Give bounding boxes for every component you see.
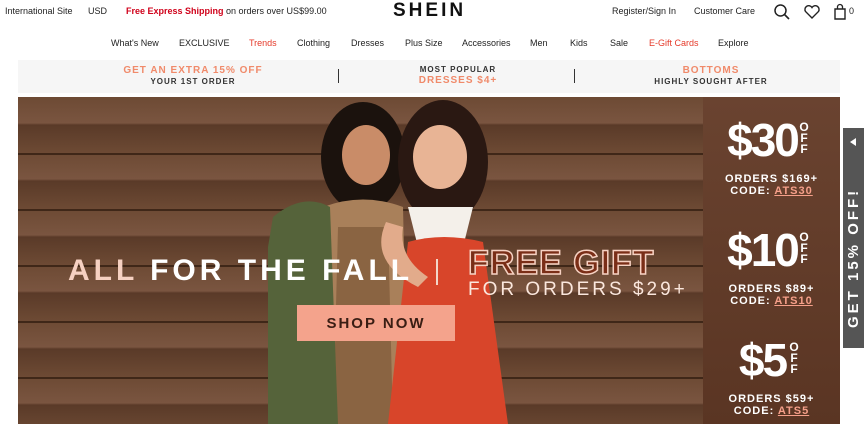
hero-headline: ALL FOR THE FALL — [68, 254, 413, 288]
promo-bottoms-title: BOTTOMS — [682, 65, 740, 76]
shop-now-button[interactable]: SHOP NOW — [297, 305, 455, 341]
chevron-left-icon — [850, 138, 856, 146]
nav-exclusive[interactable]: EXCLUSIVE — [179, 38, 230, 48]
offer-code-value: ATS5 — [777, 405, 810, 417]
offer-orders: ORDERS $89+ — [728, 283, 815, 295]
international-site-link[interactable]: International Site — [5, 6, 73, 16]
offers-panel: $30 OFF ORDERS $169+ CODE: ATS30 $10 OFF… — [703, 97, 840, 424]
offer-code: CODE: ATS10 — [703, 295, 840, 307]
nav-men[interactable]: Men — [530, 38, 548, 48]
promo-first-order[interactable]: GET AN EXTRA 15% OFF YOUR 1ST ORDER — [118, 65, 268, 86]
offer-off: OFF — [799, 120, 809, 156]
hero-for-orders: FOR ORDERS $29+ — [468, 279, 688, 300]
register-signin-link[interactable]: Register/Sign In — [612, 6, 676, 16]
free-shipping-bold: Free Express Shipping — [126, 6, 224, 16]
offer-amount: $5 — [738, 334, 788, 386]
promo-dresses[interactable]: MOST POPULAR DRESSES $4+ — [393, 65, 523, 86]
free-shipping-text: on orders over US$99.00 — [223, 6, 327, 16]
customer-care-link[interactable]: Customer Care — [694, 6, 755, 16]
nav-dresses[interactable]: Dresses — [351, 38, 384, 48]
offer-code-label: CODE: — [730, 185, 775, 197]
nav-sale[interactable]: Sale — [610, 38, 628, 48]
nav-clothing[interactable]: Clothing — [297, 38, 330, 48]
promo-first-order-title: GET AN EXTRA 15% OFF — [123, 65, 263, 76]
offer-5[interactable]: $5 OFF ORDERS $59+ CODE: ATS5 — [703, 337, 840, 417]
offer-30[interactable]: $30 OFF ORDERS $169+ CODE: ATS30 — [703, 117, 840, 197]
offer-10[interactable]: $10 OFF ORDERS $89+ CODE: ATS10 — [703, 227, 840, 307]
get-15-off-tab[interactable]: GET 15% OFF! — [843, 128, 864, 348]
nav-kids[interactable]: Kids — [570, 38, 588, 48]
offer-amount: $10 — [727, 224, 800, 276]
free-shipping-banner: Free Express Shipping on orders over US$… — [126, 6, 327, 16]
hero-free-gift: FREE GIFT — [467, 243, 655, 283]
nav-explore[interactable]: Explore — [718, 38, 749, 48]
offer-amount: $30 — [727, 114, 800, 166]
top-bar: International Site USD Free Express Ship… — [0, 0, 864, 26]
promo-divider — [574, 69, 575, 83]
nav-egift-cards[interactable]: E-Gift Cards — [649, 38, 699, 48]
offer-code-value: ATS10 — [774, 295, 813, 307]
offer-code-label: CODE: — [730, 295, 775, 307]
shein-logo[interactable]: SHEIN — [393, 0, 466, 22]
search-icon[interactable] — [773, 3, 791, 21]
nav-plus-size[interactable]: Plus Size — [405, 38, 443, 48]
main-nav: What's New EXCLUSIVE Trends Clothing Dre… — [0, 34, 864, 54]
promo-divider — [338, 69, 339, 83]
nav-whats-new[interactable]: What's New — [111, 38, 159, 48]
nav-accessories[interactable]: Accessories — [462, 38, 511, 48]
currency-selector[interactable]: USD — [88, 6, 107, 16]
promo-bottoms[interactable]: BOTTOMS HIGHLY SOUGHT AFTER — [646, 65, 776, 86]
offer-code: CODE: ATS5 — [703, 405, 840, 417]
cart-count: 0 — [849, 6, 855, 16]
nav-trends[interactable]: Trends — [249, 38, 277, 48]
offer-code-value: ATS30 — [774, 185, 813, 197]
hero-banner[interactable]: ALL FOR THE FALL FREE GIFT FOR ORDERS $2… — [18, 97, 840, 424]
offer-orders: ORDERS $59+ — [728, 393, 815, 405]
hero-headline-all: ALL — [68, 254, 151, 287]
promo-dresses-price: DRESSES $4+ — [418, 75, 498, 86]
promo-dresses-title: MOST POPULAR — [419, 65, 497, 74]
heart-icon[interactable] — [803, 3, 821, 21]
offer-off: OFF — [789, 340, 799, 376]
hero-divider — [436, 259, 438, 285]
get-15-off-label: GET 15% OFF! — [845, 187, 862, 328]
promo-first-order-sub: YOUR 1ST ORDER — [150, 77, 236, 86]
bag-icon[interactable] — [832, 3, 850, 21]
offer-orders: ORDERS $169+ — [724, 173, 818, 185]
offer-code-label: CODE: — [733, 405, 778, 417]
hero-headline-fall: FOR THE FALL — [150, 254, 414, 287]
promo-strip: GET AN EXTRA 15% OFF YOUR 1ST ORDER MOST… — [18, 60, 840, 93]
promo-bottoms-sub: HIGHLY SOUGHT AFTER — [654, 77, 768, 86]
offer-off: OFF — [799, 230, 809, 266]
offer-code: CODE: ATS30 — [703, 185, 840, 197]
